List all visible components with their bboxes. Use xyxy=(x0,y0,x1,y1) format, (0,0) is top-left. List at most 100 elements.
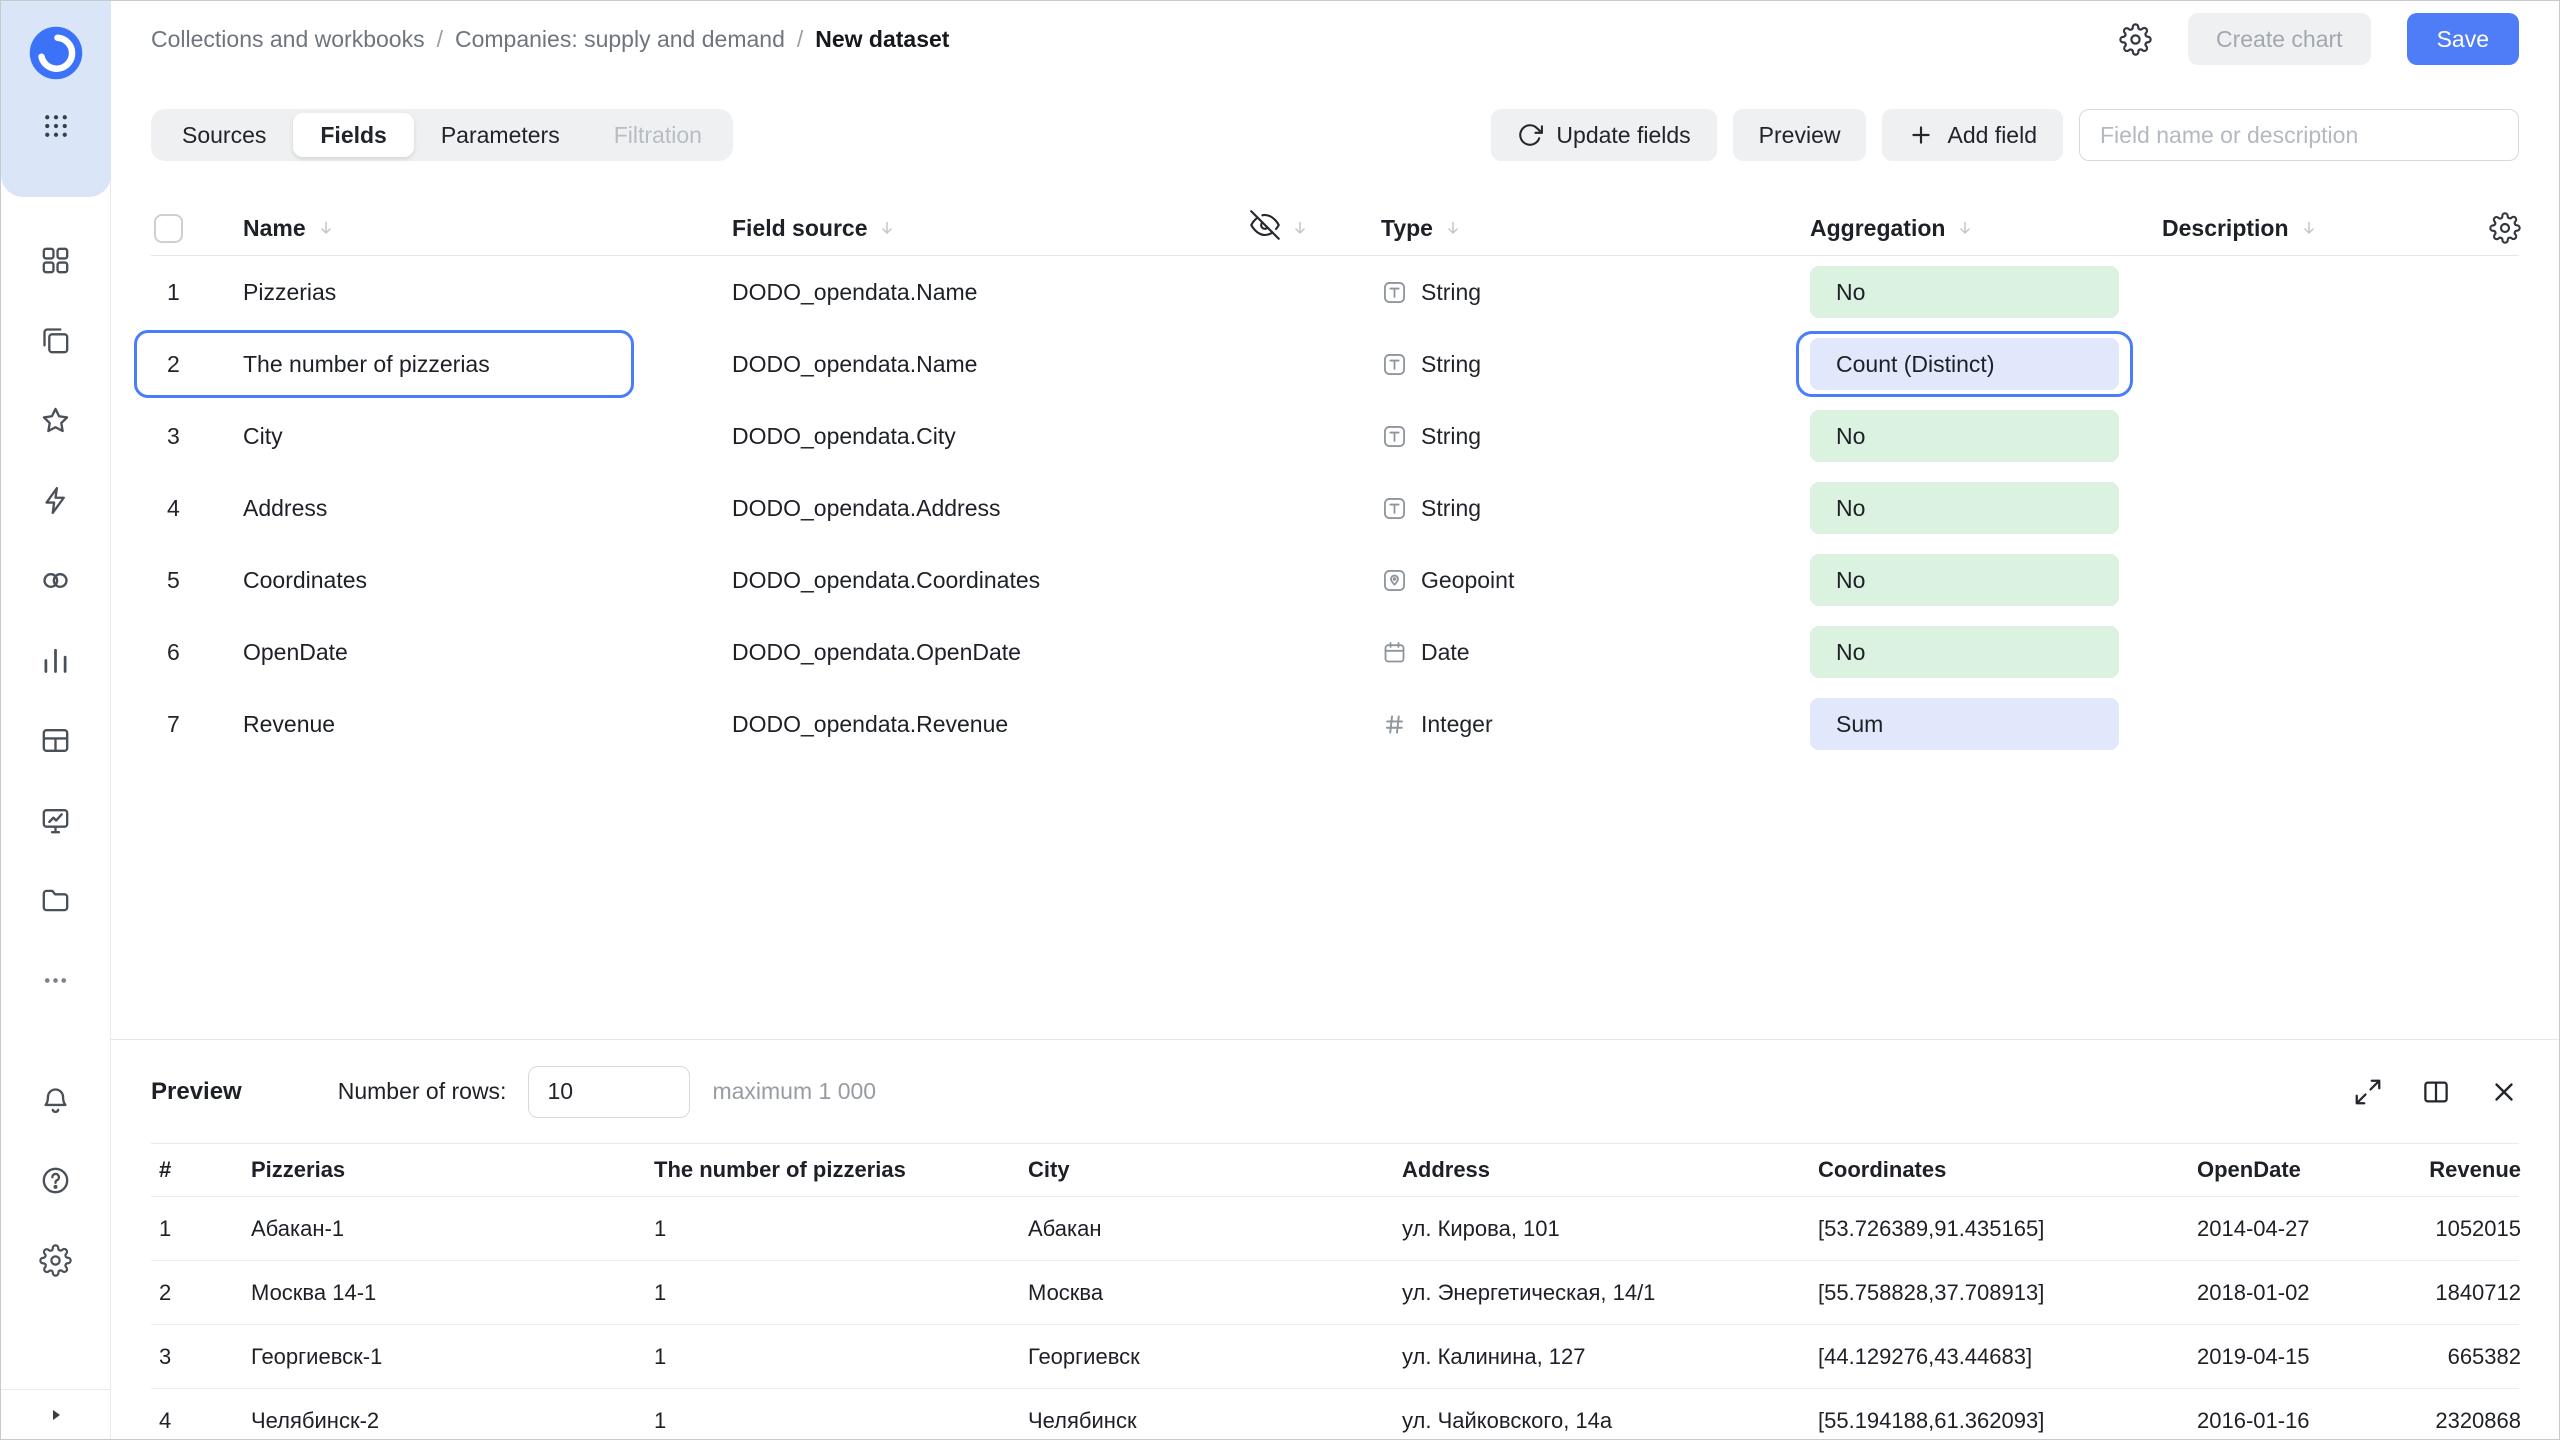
preview-cell: 2 xyxy=(151,1280,243,1306)
preview-cell: ул. Калинина, 127 xyxy=(1394,1344,1810,1370)
sort-down-icon[interactable] xyxy=(1443,218,1463,238)
expand-icon[interactable] xyxy=(2353,1077,2383,1107)
collapse-arrow-icon[interactable] xyxy=(44,1403,68,1427)
field-row[interactable]: 4 Address DODO_opendata.Address String N… xyxy=(151,472,2519,544)
tab-fields[interactable]: Fields xyxy=(293,113,413,157)
preview-table-header: # Pizzerias The number of pizzerias City… xyxy=(151,1143,2519,1197)
preview-cell: Челябинск xyxy=(1020,1408,1394,1434)
rows-count-label: Number of rows: xyxy=(338,1078,507,1105)
field-source: DODO_opendata.OpenDate xyxy=(732,639,1250,666)
column-header-type: Type xyxy=(1381,215,1433,242)
field-source: DODO_opendata.Name xyxy=(732,351,1250,378)
select-all-checkbox[interactable] xyxy=(154,214,183,243)
sort-down-icon[interactable] xyxy=(877,218,897,238)
preview-cell: 1840712 xyxy=(2381,1280,2521,1306)
field-name[interactable]: Coordinates xyxy=(243,567,732,594)
plus-icon xyxy=(1908,122,1934,148)
breadcrumb: Collections and workbooks / Companies: s… xyxy=(151,26,949,53)
close-icon[interactable] xyxy=(2489,1077,2519,1107)
field-row[interactable]: 7 Revenue DODO_opendata.Revenue Integer … xyxy=(151,688,2519,760)
aggregation-select[interactable]: Sum xyxy=(1810,698,2119,750)
field-row[interactable]: 2 The number of pizzerias DODO_opendata.… xyxy=(151,328,2519,400)
field-row[interactable]: 1 Pizzerias DODO_opendata.Name String No xyxy=(151,256,2519,328)
preview-panel: Preview Number of rows: maximum 1 000 # … xyxy=(111,1039,2559,1439)
field-row[interactable]: 3 City DODO_opendata.City String No xyxy=(151,400,2519,472)
breadcrumb-workbook[interactable]: Companies: supply and demand xyxy=(455,26,785,53)
table-settings-gear-icon[interactable] xyxy=(2489,212,2521,244)
aggregation-select[interactable]: No xyxy=(1810,410,2119,462)
rings-icon[interactable] xyxy=(39,564,72,597)
datalens-logo[interactable] xyxy=(26,23,86,83)
preview-cell: Челябинск-2 xyxy=(243,1408,646,1434)
tab-parameters[interactable]: Parameters xyxy=(414,113,587,157)
monitor-icon[interactable] xyxy=(39,804,72,837)
aggregation-select[interactable]: No xyxy=(1810,266,2119,318)
sidebar-nav xyxy=(39,244,72,997)
eye-off-icon[interactable] xyxy=(1250,210,1280,246)
split-view-icon[interactable] xyxy=(2421,1077,2451,1107)
tab-filtration: Filtration xyxy=(587,113,729,157)
lightning-icon[interactable] xyxy=(39,484,72,517)
topbar: Collections and workbooks / Companies: s… xyxy=(111,1,2559,77)
date-type-icon xyxy=(1381,639,1408,666)
field-search-input[interactable] xyxy=(2079,109,2519,161)
field-type-label: Date xyxy=(1421,639,1470,666)
preview-row: 3 Георгиевск-1 1 Георгиевск ул. Калинина… xyxy=(151,1325,2519,1389)
create-chart-button[interactable]: Create chart xyxy=(2188,13,2371,65)
preview-cell: [53.726389,91.435165] xyxy=(1810,1216,2189,1242)
aggregation-select[interactable]: No xyxy=(1810,554,2119,606)
dataset-tabs: Sources Fields Parameters Filtration xyxy=(151,109,733,161)
field-name[interactable]: The number of pizzerias xyxy=(243,351,732,378)
preview-col-address: Address xyxy=(1394,1157,1810,1183)
ellipsis-icon[interactable] xyxy=(39,964,72,997)
field-row-number: 2 xyxy=(151,351,243,378)
aggregation-select[interactable]: Count (Distinct) xyxy=(1810,338,2119,390)
sort-down-icon[interactable] xyxy=(2299,218,2319,238)
bell-icon[interactable] xyxy=(39,1084,72,1117)
save-button[interactable]: Save xyxy=(2407,13,2519,65)
aggregation-select[interactable]: No xyxy=(1810,626,2119,678)
collections-icon[interactable] xyxy=(39,324,72,357)
preview-panel-actions xyxy=(2353,1077,2519,1107)
preview-title: Preview xyxy=(151,1078,242,1106)
field-name[interactable]: Address xyxy=(243,495,732,522)
field-name[interactable]: Revenue xyxy=(243,711,732,738)
tab-sources[interactable]: Sources xyxy=(155,113,293,157)
sort-down-icon[interactable] xyxy=(1290,218,1310,238)
dataset-settings-gear-icon[interactable] xyxy=(2119,23,2152,56)
star-icon[interactable] xyxy=(39,404,72,437)
gear-icon[interactable] xyxy=(39,1244,72,1277)
preview-cell: Москва xyxy=(1020,1280,1394,1306)
rows-count-input[interactable] xyxy=(528,1066,690,1118)
breadcrumb-separator: / xyxy=(797,26,803,53)
table-icon[interactable] xyxy=(39,724,72,757)
sort-down-icon[interactable] xyxy=(1955,218,1975,238)
tiles-icon[interactable] xyxy=(39,244,72,277)
field-name[interactable]: City xyxy=(243,423,732,450)
sort-down-icon[interactable] xyxy=(316,218,336,238)
preview-row: 2 Москва 14-1 1 Москва ул. Энергетическа… xyxy=(151,1261,2519,1325)
preview-cell: [55.758828,37.708913] xyxy=(1810,1280,2189,1306)
add-field-button[interactable]: Add field xyxy=(1882,109,2063,161)
update-fields-button[interactable]: Update fields xyxy=(1491,109,1716,161)
sidebar-bottom-group xyxy=(39,1084,72,1277)
preview-toggle-button[interactable]: Preview xyxy=(1733,109,1867,161)
aggregation-select[interactable]: No xyxy=(1810,482,2119,534)
breadcrumb-collections[interactable]: Collections and workbooks xyxy=(151,26,425,53)
question-icon[interactable] xyxy=(39,1164,72,1197)
field-name[interactable]: OpenDate xyxy=(243,639,732,666)
preview-cell: 665382 xyxy=(2381,1344,2521,1370)
preview-col-number: The number of pizzerias xyxy=(646,1157,1020,1183)
preview-cell: Абакан-1 xyxy=(243,1216,646,1242)
bar-chart-icon[interactable] xyxy=(39,644,72,677)
folder-icon[interactable] xyxy=(39,884,72,917)
apps-grid-icon[interactable] xyxy=(41,111,71,146)
column-header-description: Description xyxy=(2162,215,2289,242)
preview-row: 1 Абакан-1 1 Абакан ул. Кирова, 101 [53.… xyxy=(151,1197,2519,1261)
field-name[interactable]: Pizzerias xyxy=(243,279,732,306)
field-row[interactable]: 6 OpenDate DODO_opendata.OpenDate Date N… xyxy=(151,616,2519,688)
integer-type-icon xyxy=(1381,711,1408,738)
field-row[interactable]: 5 Coordinates DODO_opendata.Coordinates … xyxy=(151,544,2519,616)
preview-cell: Москва 14-1 xyxy=(243,1280,646,1306)
fields-table-header: Name Field source Type Aggregation xyxy=(151,201,2519,256)
